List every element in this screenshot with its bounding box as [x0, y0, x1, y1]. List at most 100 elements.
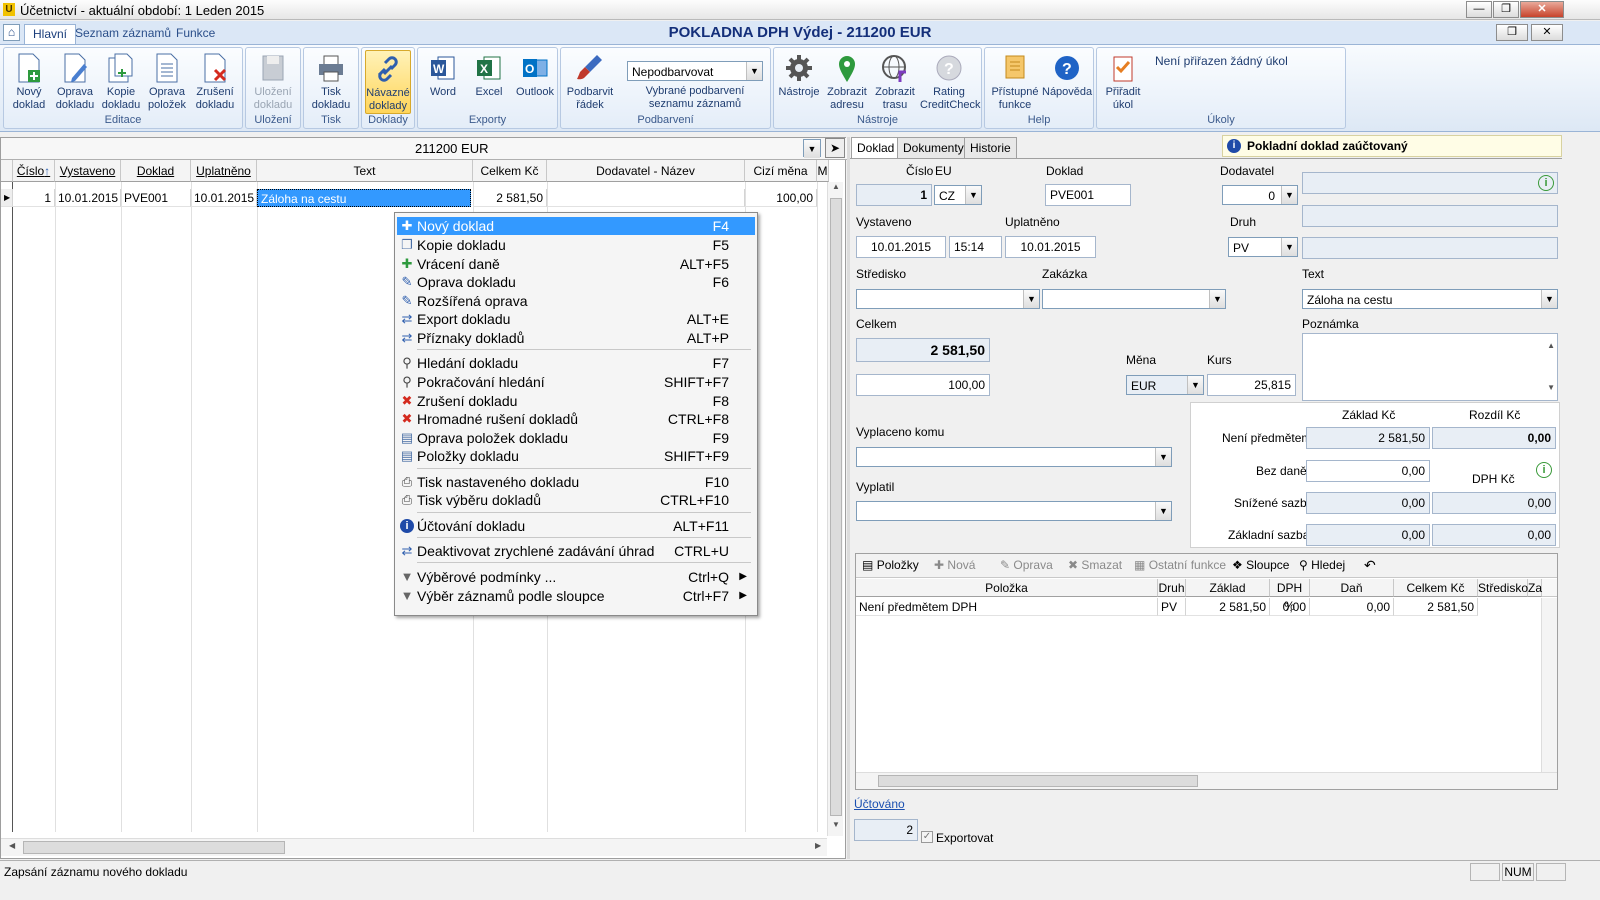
available-functions-button[interactable]: Přístupné funkce: [988, 50, 1042, 114]
items-col-druh[interactable]: Druh: [1158, 579, 1186, 597]
export-word-button[interactable]: W Word: [420, 50, 466, 114]
dodavatel-name-field[interactable]: i: [1302, 172, 1558, 194]
cislo-field[interactable]: 1: [856, 184, 932, 206]
menu-item[interactable]: ✚ Nový doklad F4: [397, 217, 755, 235]
items-col-za[interactable]: Za: [1528, 579, 1542, 597]
tab-seznam-zaznamu[interactable]: Seznam záznamů: [67, 24, 179, 44]
menu-item[interactable]: i Účtování dokladu ALT+F11: [397, 517, 755, 535]
export-outlook-button[interactable]: O Outlook: [512, 50, 558, 114]
tab-funkce[interactable]: Funkce: [168, 24, 223, 44]
items-horizontal-scrollbar[interactable]: [856, 772, 1557, 789]
items-col-polozka[interactable]: Položka: [856, 579, 1158, 597]
items-col-dph[interactable]: DPH %: [1270, 579, 1310, 613]
vyplatil-select[interactable]: ▼: [856, 501, 1172, 521]
items-hscroll-thumb[interactable]: [878, 775, 1198, 787]
export-excel-button[interactable]: X Excel: [466, 50, 512, 114]
menu-item[interactable]: ⎙ Tisk výběru dokladů CTRL+F10: [397, 491, 755, 509]
doklad-field[interactable]: PVE001: [1045, 184, 1131, 206]
edit-doc-button[interactable]: Oprava dokladu: [52, 50, 98, 114]
new-doc-button[interactable]: Nový doklad: [6, 50, 52, 114]
cancel-doc-button[interactable]: Zrušení dokladu: [192, 50, 238, 114]
items-col-stredisko[interactable]: Středisko: [1478, 579, 1528, 597]
help-button[interactable]: ? Nápověda: [1042, 50, 1092, 114]
scroll-thumb[interactable]: [830, 198, 842, 816]
col-text[interactable]: Text: [257, 160, 473, 182]
minimize-button[interactable]: —: [1466, 1, 1492, 18]
zakazka-select[interactable]: ▼: [1042, 289, 1226, 309]
menu-item[interactable]: ✎ Oprava dokladu F6: [397, 273, 755, 291]
tab-dokumenty[interactable]: Dokumenty: [897, 137, 970, 159]
menu-item[interactable]: ✎ Rozšířená oprava: [397, 292, 755, 310]
tab-historie[interactable]: Historie: [964, 137, 1017, 159]
color-row-button[interactable]: Podbarvit řádek: [564, 50, 616, 114]
show-address-button[interactable]: Zobrazit adresu: [824, 50, 870, 114]
scroll-down-icon[interactable]: ▼: [829, 820, 843, 834]
uctovano-link[interactable]: Účtováno: [854, 797, 905, 811]
color-select[interactable]: Nepodbarvovat ▼: [627, 61, 763, 81]
menu-item[interactable]: ▼ Výběr záznamů podle sloupce Ctrl+F7 ▶: [397, 587, 755, 605]
save-doc-button[interactable]: Uložení dokladu: [250, 50, 296, 114]
menu-item[interactable]: ✖ Hromadné rušení dokladů CTRL+F8: [397, 410, 755, 428]
close-doc-button[interactable]: ✕: [1531, 24, 1563, 41]
uplatneno-field[interactable]: 10.01.2015: [1005, 236, 1096, 258]
eu-select[interactable]: CZ ▼: [934, 185, 982, 205]
items-col-celkem[interactable]: Celkem Kč: [1394, 579, 1478, 597]
filter-dropdown[interactable]: ▼: [803, 139, 821, 158]
menu-item[interactable]: ❐ Kopie dokladu F5: [397, 236, 755, 254]
items-columns-button[interactable]: ❖ Sloupce: [1232, 558, 1289, 572]
menu-item[interactable]: ⚲ Pokračování hledání SHIFT+F7: [397, 373, 755, 391]
copy-doc-button[interactable]: Kopie dokladu: [98, 50, 144, 114]
items-new-button[interactable]: ✚ Nová: [934, 558, 975, 572]
col-dodavatel[interactable]: Dodavatel - Název: [547, 160, 745, 182]
scroll-down-icon[interactable]: ▼: [1547, 378, 1555, 398]
scroll-up-icon[interactable]: ▲: [829, 182, 843, 196]
items-edit-button[interactable]: ✎ Oprava: [1000, 558, 1053, 572]
table-row[interactable]: ▶ 1 10.01.2015 PVE001 10.01.2015 Záloha …: [1, 189, 829, 207]
bez-zaklad-field[interactable]: 0,00: [1306, 460, 1430, 482]
print-doc-button[interactable]: Tisk dokladu: [308, 50, 354, 114]
menu-item[interactable]: ▼ Výběrové podmínky ... Ctrl+Q ▶: [397, 568, 755, 586]
vystaveno-date-field[interactable]: 10.01.2015: [856, 236, 946, 258]
col-m[interactable]: M: [817, 160, 829, 182]
show-route-button[interactable]: Zobrazit trasu: [872, 50, 918, 114]
menu-item[interactable]: ⇄ Příznaky dokladů ALT+P: [397, 329, 755, 347]
close-button[interactable]: ✕: [1520, 1, 1564, 18]
menu-item[interactable]: ⇄ Export dokladu ALT+E: [397, 310, 755, 328]
items-delete-button[interactable]: ✖ Smazat: [1068, 558, 1122, 572]
items-col-zaklad[interactable]: Základ: [1186, 579, 1270, 597]
rating-button[interactable]: ? Rating CreditCheck: [920, 50, 981, 114]
scroll-left-icon[interactable]: ◀: [9, 841, 15, 850]
hscroll-thumb[interactable]: [23, 841, 285, 854]
col-vystaveno[interactable]: Vystaveno: [55, 160, 121, 182]
tools-button[interactable]: Nástroje: [776, 50, 822, 114]
poznamka-textarea[interactable]: ▲ ▼: [1302, 333, 1558, 401]
col-cislo[interactable]: Číslo↑: [13, 160, 55, 182]
menu-item[interactable]: ✖ Zrušení dokladu F8: [397, 392, 755, 410]
info-circle-icon[interactable]: i: [1536, 462, 1552, 478]
horizontal-scrollbar[interactable]: ◀ ▶: [1, 838, 827, 856]
list-item[interactable]: Není předmětem DPH PV 2 581,50 0,00 0,00…: [856, 598, 1542, 616]
text-select[interactable]: Záloha na cestu ▼: [1302, 289, 1558, 309]
col-celkem[interactable]: Celkem Kč: [473, 160, 547, 182]
vystaveno-time-field[interactable]: 15:14: [949, 236, 1002, 258]
mena-select[interactable]: EUR ▼: [1126, 375, 1204, 395]
exportovat-checkbox[interactable]: ✓: [921, 831, 933, 843]
home-icon[interactable]: ⌂: [3, 24, 20, 41]
col-doklad[interactable]: Doklad: [121, 160, 191, 182]
menu-item[interactable]: ⎙ Tisk nastaveného dokladu F10: [397, 473, 755, 491]
menu-item[interactable]: ▤ Položky dokladu SHIFT+F9: [397, 447, 755, 465]
col-uplatneno[interactable]: Uplatněno: [191, 160, 257, 182]
cell-text[interactable]: Záloha na cestu: [257, 189, 471, 207]
restore-doc-button[interactable]: ❐: [1496, 24, 1528, 41]
druh-select[interactable]: PV ▼: [1228, 237, 1298, 257]
cizi-mena-field[interactable]: 100,00: [856, 374, 990, 396]
vertical-scrollbar[interactable]: ▲ ▼: [827, 182, 843, 836]
tab-doklad[interactable]: Doklad: [851, 137, 901, 159]
scroll-up-icon[interactable]: ▲: [1547, 336, 1555, 356]
play-arrow-icon[interactable]: ➤: [825, 138, 845, 158]
assign-task-button[interactable]: Přiřadit úkol: [1100, 50, 1146, 114]
items-other-button[interactable]: ▦ Ostatní funkce: [1134, 558, 1226, 572]
col-cizi-mena[interactable]: Cizí měna: [745, 160, 817, 182]
items-col-dan[interactable]: Daň: [1310, 579, 1394, 597]
menu-item[interactable]: ⚲ Hledání dokladu F7: [397, 354, 755, 372]
